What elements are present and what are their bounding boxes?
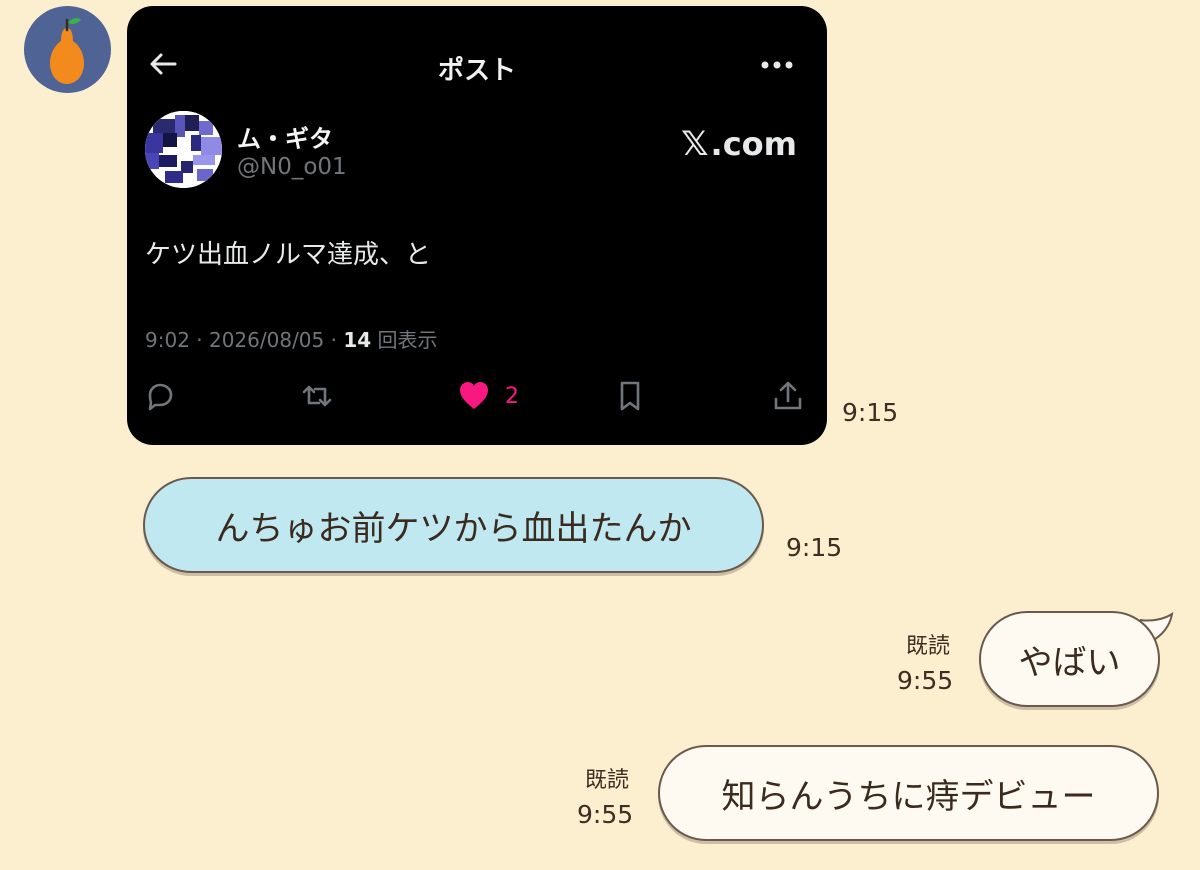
x-com-domain: .com	[710, 125, 797, 163]
pixel-avatar-icon	[145, 111, 222, 188]
outgoing-message-bubble[interactable]: やばい	[979, 611, 1160, 707]
like-button[interactable]: 2	[457, 378, 519, 414]
read-receipt: 既読	[906, 634, 951, 659]
post-author-name[interactable]: ム・ギタ	[237, 119, 333, 154]
message-text: んちゅお前ケツから血出たんか	[215, 508, 692, 549]
x-logo-icon: 𝕏	[681, 124, 709, 164]
post-action-bar: 2	[127, 378, 827, 418]
heart-icon	[460, 382, 488, 409]
x-com-logo[interactable]: 𝕏 .com	[681, 124, 797, 164]
pear-icon	[50, 18, 84, 84]
retweet-button[interactable]	[300, 378, 334, 414]
post-body-text: ケツ出血ノルマ達成、と	[145, 240, 432, 270]
post-author-avatar[interactable]	[145, 111, 222, 188]
message-time: 9:55	[897, 666, 954, 695]
incoming-message-bubble[interactable]: んちゅお前ケツから血出たんか	[143, 477, 764, 573]
message-time: 9:15	[842, 398, 899, 427]
contact-avatar[interactable]	[24, 6, 111, 93]
outgoing-message-bubble[interactable]: 知らんうちに痔デビュー	[658, 745, 1159, 841]
views-label: 回表示	[371, 328, 438, 352]
bookmark-button[interactable]	[613, 378, 647, 414]
like-count: 2	[505, 383, 519, 409]
post-timestamp: 9:02 · 2026/08/05 ·	[145, 328, 344, 352]
bookmark-icon	[620, 381, 640, 411]
reply-button[interactable]	[143, 378, 177, 414]
message-time: 9:15	[786, 533, 843, 562]
share-icon	[774, 381, 802, 410]
read-receipt: 既読	[585, 768, 630, 793]
embedded-post-card[interactable]: ポスト ム・ギタ @N0_o01 𝕏 .com ケツ出血ノルマ達成、と 9:02…	[127, 6, 827, 445]
share-button[interactable]	[771, 378, 805, 414]
more-horizontal-icon[interactable]	[757, 50, 797, 80]
post-author-handle[interactable]: @N0_o01	[237, 154, 347, 180]
message-text: 知らんうちに痔デビュー	[721, 776, 1096, 817]
message-text: やばい	[1018, 642, 1121, 683]
post-meta: 9:02 · 2026/08/05 · 14 回表示	[145, 324, 438, 353]
post-header-title: ポスト	[437, 56, 516, 86]
post-header: ポスト	[127, 36, 827, 96]
reply-icon	[148, 383, 173, 411]
retweet-icon	[302, 385, 332, 407]
views-count: 14	[343, 328, 372, 352]
message-time: 9:55	[577, 800, 634, 829]
